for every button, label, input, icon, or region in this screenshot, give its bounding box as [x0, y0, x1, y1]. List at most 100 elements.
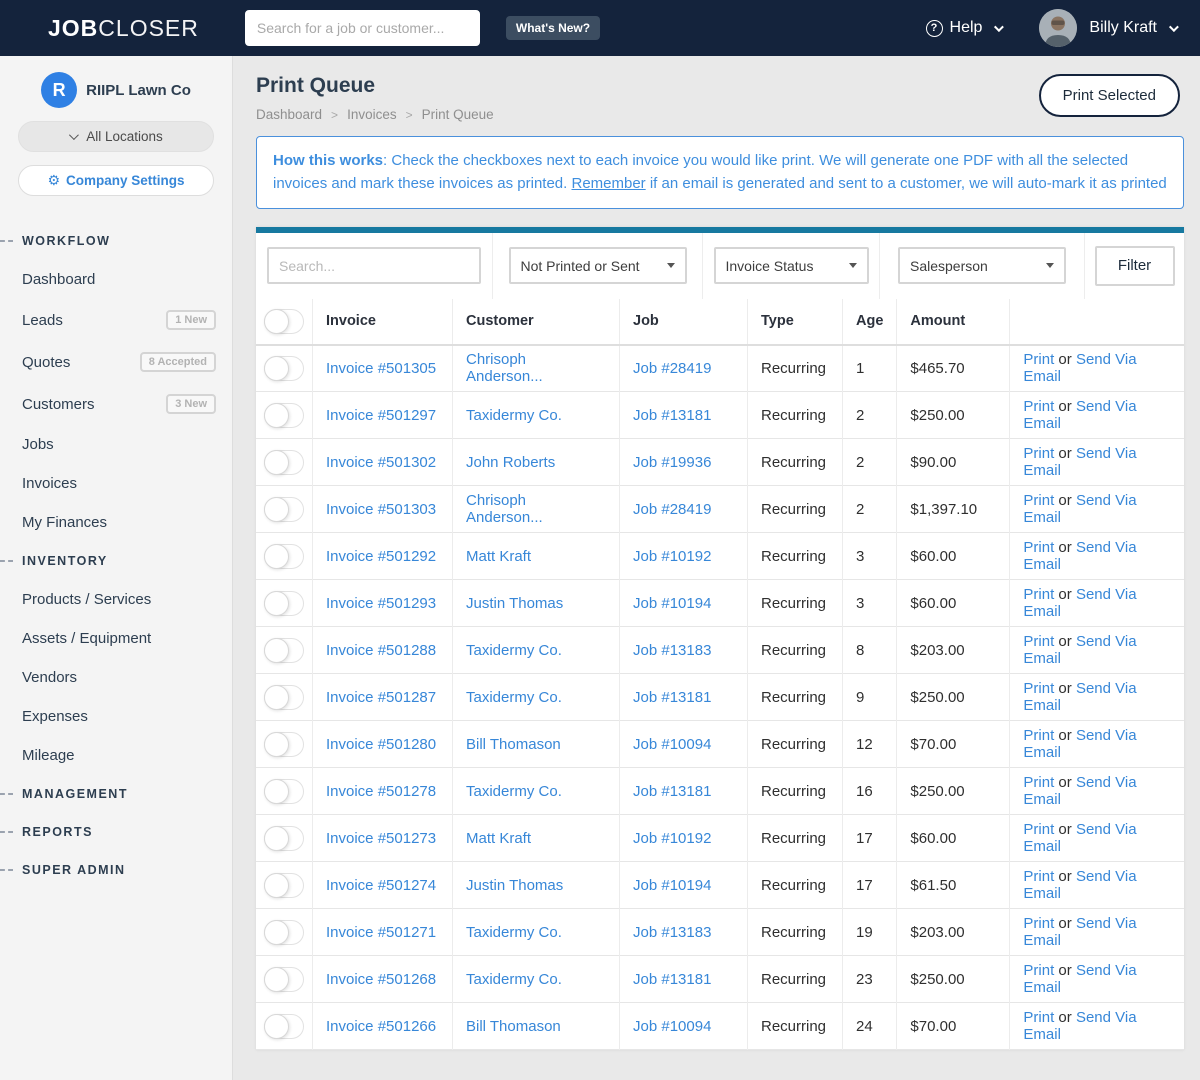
sidebar-item-my-finances[interactable]: My Finances [0, 503, 232, 542]
print-link[interactable]: Print [1023, 539, 1054, 556]
print-link[interactable]: Print [1023, 351, 1054, 368]
row-toggle[interactable] [264, 919, 304, 945]
job-link[interactable]: Job #10094 [633, 1018, 711, 1035]
print-link[interactable]: Print [1023, 868, 1054, 885]
customer-link[interactable]: Taxidermy Co. [466, 971, 562, 988]
row-toggle[interactable] [264, 637, 304, 663]
customer-link[interactable]: Taxidermy Co. [466, 642, 562, 659]
table-search-input[interactable] [267, 247, 481, 284]
row-toggle[interactable] [264, 966, 304, 992]
customer-link[interactable]: Taxidermy Co. [466, 407, 562, 424]
invoice-link[interactable]: Invoice #501271 [326, 924, 436, 941]
sidebar-section-reports[interactable]: REPORTS [0, 813, 232, 851]
sidebar-item-expenses[interactable]: Expenses [0, 697, 232, 736]
print-link[interactable]: Print [1023, 398, 1054, 415]
breadcrumb-item-invoices[interactable]: Invoices [347, 107, 397, 122]
job-link[interactable]: Job #28419 [633, 501, 711, 518]
sidebar-item-jobs[interactable]: Jobs [0, 425, 232, 464]
customer-link[interactable]: Matt Kraft [466, 830, 531, 847]
user-menu[interactable]: Billy Kraft [1039, 9, 1179, 47]
sidebar-section-management[interactable]: MANAGEMENT [0, 775, 232, 813]
job-link[interactable]: Job #10192 [633, 548, 711, 565]
print-link[interactable]: Print [1023, 727, 1054, 744]
job-link[interactable]: Job #13181 [633, 971, 711, 988]
sidebar-item-assets-equipment[interactable]: Assets / Equipment [0, 619, 232, 658]
invoice-link[interactable]: Invoice #501287 [326, 689, 436, 706]
row-toggle[interactable] [264, 496, 304, 522]
job-link[interactable]: Job #19936 [633, 454, 711, 471]
job-link[interactable]: Job #13183 [633, 924, 711, 941]
row-toggle[interactable] [264, 872, 304, 898]
invoice-link[interactable]: Invoice #501273 [326, 830, 436, 847]
customer-link[interactable]: Taxidermy Co. [466, 924, 562, 941]
invoice-link[interactable]: Invoice #501266 [326, 1018, 436, 1035]
print-link[interactable]: Print [1023, 915, 1054, 932]
print-link[interactable]: Print [1023, 633, 1054, 650]
customer-link[interactable]: Bill Thomason [466, 736, 561, 753]
customer-link[interactable]: Chrisoph Anderson... [466, 351, 543, 385]
whats-new-button[interactable]: What's New? [505, 16, 601, 40]
row-toggle[interactable] [264, 355, 304, 381]
print-link[interactable]: Print [1023, 492, 1054, 509]
customer-link[interactable]: Justin Thomas [466, 595, 563, 612]
global-search-input[interactable] [244, 10, 480, 46]
invoice-link[interactable]: Invoice #501278 [326, 783, 436, 800]
print-link[interactable]: Print [1023, 445, 1054, 462]
sidebar-section-workflow[interactable]: WORKFLOW [0, 222, 232, 260]
customer-link[interactable]: Taxidermy Co. [466, 783, 562, 800]
job-link[interactable]: Job #28419 [633, 360, 711, 377]
job-link[interactable]: Job #10194 [633, 595, 711, 612]
row-toggle[interactable] [264, 684, 304, 710]
customer-link[interactable]: Justin Thomas [466, 877, 563, 894]
sidebar-section-super-admin[interactable]: SUPER ADMIN [0, 851, 232, 889]
invoice-link[interactable]: Invoice #501268 [326, 971, 436, 988]
invoice-status-select[interactable]: Invoice Status [713, 247, 869, 284]
job-link[interactable]: Job #13181 [633, 407, 711, 424]
print-link[interactable]: Print [1023, 586, 1054, 603]
customer-link[interactable]: Chrisoph Anderson... [466, 492, 543, 526]
job-link[interactable]: Job #10094 [633, 736, 711, 753]
invoice-link[interactable]: Invoice #501280 [326, 736, 436, 753]
sidebar-item-dashboard[interactable]: Dashboard [0, 260, 232, 299]
job-link[interactable]: Job #10194 [633, 877, 711, 894]
sidebar-item-quotes[interactable]: Quotes 8 Accepted [0, 341, 232, 383]
company-header[interactable]: R RIIPL Lawn Co [0, 72, 232, 108]
row-toggle[interactable] [264, 778, 304, 804]
job-link[interactable]: Job #13183 [633, 642, 711, 659]
row-toggle[interactable] [264, 731, 304, 757]
print-link[interactable]: Print [1023, 1009, 1054, 1026]
sidebar-item-invoices[interactable]: Invoices [0, 464, 232, 503]
company-settings-button[interactable]: ⚙ Company Settings [18, 165, 214, 196]
print-selected-button[interactable]: Print Selected [1038, 74, 1180, 117]
customer-link[interactable]: John Roberts [466, 454, 555, 471]
invoice-link[interactable]: Invoice #501302 [326, 454, 436, 471]
row-toggle[interactable] [264, 543, 304, 569]
invoice-link[interactable]: Invoice #501292 [326, 548, 436, 565]
all-locations-dropdown[interactable]: All Locations [18, 121, 214, 152]
sidebar-item-customers[interactable]: Customers 3 New [0, 383, 232, 425]
row-toggle[interactable] [264, 402, 304, 428]
invoice-link[interactable]: Invoice #501305 [326, 360, 436, 377]
help-menu[interactable]: ? Help [925, 19, 1005, 37]
info-remember-link[interactable]: Remember [571, 175, 645, 192]
sidebar-item-mileage[interactable]: Mileage [0, 736, 232, 775]
invoice-link[interactable]: Invoice #501274 [326, 877, 436, 894]
print-link[interactable]: Print [1023, 774, 1054, 791]
breadcrumb-item-dashboard[interactable]: Dashboard [256, 107, 322, 122]
row-toggle[interactable] [264, 590, 304, 616]
customer-link[interactable]: Matt Kraft [466, 548, 531, 565]
filter-button[interactable]: Filter [1094, 245, 1175, 286]
sidebar-item-products-services[interactable]: Products / Services [0, 580, 232, 619]
row-toggle[interactable] [264, 449, 304, 475]
invoice-link[interactable]: Invoice #501293 [326, 595, 436, 612]
print-link[interactable]: Print [1023, 821, 1054, 838]
select-all-toggle[interactable] [264, 308, 304, 334]
print-link[interactable]: Print [1023, 680, 1054, 697]
job-link[interactable]: Job #13181 [633, 689, 711, 706]
invoice-link[interactable]: Invoice #501288 [326, 642, 436, 659]
invoice-link[interactable]: Invoice #501303 [326, 501, 436, 518]
salesperson-select[interactable]: Salesperson [898, 247, 1066, 284]
printed-status-select[interactable]: Not Printed or Sent [508, 247, 687, 284]
job-link[interactable]: Job #10192 [633, 830, 711, 847]
app-logo[interactable]: JOBCLOSER [48, 15, 199, 42]
